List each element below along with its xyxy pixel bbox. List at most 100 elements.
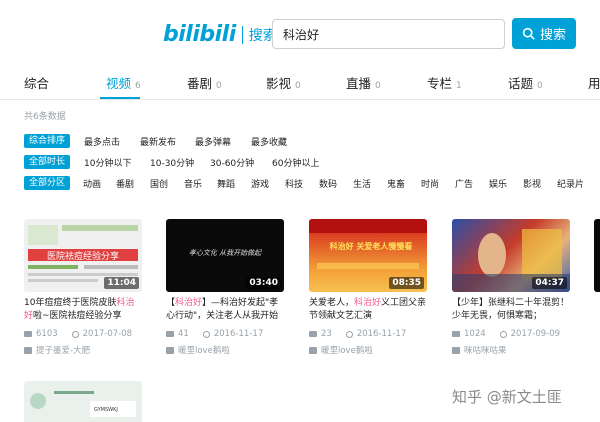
- upload-date: 2017-09-09: [510, 329, 561, 339]
- video-duration: 08:35: [389, 277, 424, 289]
- clock-icon: [202, 330, 210, 338]
- filter-option[interactable]: 生活: [353, 177, 371, 190]
- video-uploader[interactable]: 暖里love鹅啦: [166, 344, 284, 356]
- result-count: 共6条数据: [24, 112, 66, 122]
- filter-option[interactable]: 科技: [285, 177, 303, 190]
- filter-option[interactable]: 影视: [523, 177, 541, 190]
- filter-option[interactable]: 10-30分钟: [150, 156, 194, 169]
- clock-icon: [499, 330, 507, 338]
- filter-option[interactable]: 最多弹幕: [195, 135, 231, 148]
- video-thumbnail[interactable]: 孝心文化 从我开始做起 03:40: [166, 219, 284, 292]
- video-meta: 23 2016-11-17: [309, 329, 427, 339]
- bilibili-logo[interactable]: bilibili 搜索: [163, 22, 277, 47]
- tab-user[interactable]: 用: [588, 73, 600, 92]
- video-uploader[interactable]: 暖里love鹅啦: [309, 344, 427, 356]
- upload-date: 2016-11-17: [356, 329, 407, 339]
- filter-sort-selected[interactable]: 综合排序: [24, 134, 70, 148]
- uploader-icon: [166, 346, 174, 354]
- upload-date: 2016-11-17: [213, 329, 264, 339]
- thumbnail-caption: 孝心文化 从我开始做起: [189, 249, 262, 257]
- video-thumbnail[interactable]: GYMSWKJ: [24, 381, 142, 422]
- clock-icon: [345, 330, 353, 338]
- filter-option[interactable]: 纪录片: [557, 177, 584, 190]
- video-card[interactable]: 孝心文化 从我开始做起 03:40 【科治好】—科治好发起"孝心行动"，关注老人…: [166, 219, 284, 356]
- play-count-icon: [309, 331, 317, 337]
- video-meta: 1024 2017-09-09: [452, 329, 570, 339]
- play-count-icon: [452, 331, 460, 337]
- tab-live[interactable]: 直播 0: [346, 73, 381, 92]
- video-card[interactable]: 科治好 关爱老人慢慢看 08:35 关爱老人，科治好义工团父亲节领献文艺汇演 2…: [309, 219, 427, 356]
- active-tab-indicator: [100, 97, 140, 99]
- tab-movie[interactable]: 影视 0: [266, 73, 301, 92]
- video-meta: 41 2016-11-17: [166, 329, 284, 339]
- uploader-icon: [309, 346, 317, 354]
- filter-duration-selected[interactable]: 全部时长: [24, 155, 70, 169]
- thumbnail-caption: 医院祛痘经验分享: [47, 250, 119, 262]
- filter-option[interactable]: 60分钟以上: [272, 156, 319, 169]
- search-icon: [522, 27, 535, 40]
- video-title[interactable]: 10年痘痘终于医院皮肤科治好啦~医院祛痘经验分享: [24, 297, 142, 324]
- filter-option[interactable]: 游戏: [251, 177, 269, 190]
- play-count: 41: [178, 329, 189, 339]
- tab-article[interactable]: 专栏 1: [427, 73, 462, 92]
- filter-zone-selected[interactable]: 全部分区: [24, 176, 70, 190]
- video-meta: 6103 2017-07-08: [24, 329, 142, 339]
- logo-mark: bilibili: [163, 22, 236, 47]
- play-count: 23: [321, 329, 332, 339]
- video-uploader[interactable]: 咪咕咪咕果: [452, 344, 570, 356]
- video-title[interactable]: 【少年】张继科二十年混剪！少年无畏，何惧寒霜；: [452, 297, 570, 324]
- video-thumbnail[interactable]: 医院祛痘经验分享 11:04: [24, 219, 142, 292]
- video-duration: 11:04: [104, 277, 139, 289]
- filter-zone: 全部分区 动画 番剧 国创 音乐 舞蹈 游戏 科技 数码 生活 鬼畜 时尚 广告…: [24, 176, 594, 190]
- search-button-label: 搜索: [539, 27, 566, 42]
- filter-option[interactable]: 娱乐: [489, 177, 507, 190]
- filter-option[interactable]: 舞蹈: [217, 177, 235, 190]
- video-title[interactable]: 关爱老人，科治好义工团父亲节领献文艺汇演: [309, 297, 427, 324]
- filter-option[interactable]: 10分钟以下: [84, 156, 131, 169]
- search-button[interactable]: 搜索: [512, 18, 576, 49]
- filter-duration: 全部时长 10分钟以下 10-30分钟 30-60分钟 60分钟以上: [24, 155, 584, 169]
- search-tabs: 综合 视频 6 番剧 0 影视 0 直播 0 专栏 1 话题 0 用: [0, 60, 600, 100]
- play-count: 1024: [464, 329, 486, 339]
- thumbnail-caption: 科治好 关爱老人慢慢看: [330, 241, 413, 251]
- filter-sort: 综合排序 最多点击 最新发布 最多弹幕 最多收藏: [24, 134, 584, 148]
- zhihu-watermark: 知乎 @新文土匪: [452, 388, 562, 406]
- filter-option[interactable]: 时尚: [421, 177, 439, 190]
- filter-option[interactable]: 最新发布: [140, 135, 176, 148]
- video-thumbnail-partial[interactable]: [594, 219, 600, 292]
- filter-option[interactable]: 番剧: [116, 177, 134, 190]
- video-title[interactable]: 【科治好】—科治好发起"孝心行动"，关注老人从我开始: [166, 297, 284, 324]
- search-input[interactable]: [272, 19, 505, 49]
- video-card[interactable]: 医院祛痘经验分享 11:04 10年痘痘终于医院皮肤科治好啦~医院祛痘经验分享 …: [24, 219, 142, 356]
- filter-option[interactable]: 鬼畜: [387, 177, 405, 190]
- play-count: 6103: [36, 329, 58, 339]
- filter-option[interactable]: 广告: [455, 177, 473, 190]
- video-thumbnail[interactable]: 04:37: [452, 219, 570, 292]
- uploader-icon: [24, 346, 32, 354]
- filter-option[interactable]: 音乐: [184, 177, 202, 190]
- video-duration: 04:37: [532, 277, 567, 289]
- filter-option[interactable]: 数码: [319, 177, 337, 190]
- video-card[interactable]: GYMSWKJ: [24, 381, 142, 422]
- tab-topic[interactable]: 话题 0: [508, 73, 543, 92]
- upload-date: 2017-07-08: [82, 329, 133, 339]
- tab-video[interactable]: 视频 6: [106, 73, 141, 92]
- tab-bangumi[interactable]: 番剧 0: [187, 73, 222, 92]
- filter-option[interactable]: 30-60分钟: [210, 156, 254, 169]
- clock-icon: [71, 330, 79, 338]
- filter-option[interactable]: 最多点击: [84, 135, 120, 148]
- video-uploader[interactable]: 提子墨爱-大肥: [24, 344, 142, 356]
- filter-option[interactable]: 国创: [150, 177, 168, 190]
- filter-option[interactable]: 动画: [83, 177, 101, 190]
- thumbnail-art: GYMSWKJ: [30, 391, 136, 417]
- filter-option[interactable]: 最多收藏: [251, 135, 287, 148]
- tab-all[interactable]: 综合: [24, 73, 53, 92]
- video-thumbnail[interactable]: 科治好 关爱老人慢慢看 08:35: [309, 219, 427, 292]
- video-duration: 03:40: [246, 277, 281, 289]
- play-count-icon: [24, 331, 32, 337]
- thumbnail-caption: GYMSWKJ: [94, 407, 118, 413]
- video-card[interactable]: 04:37 【少年】张继科二十年混剪！少年无畏，何惧寒霜； 1024 2017-…: [452, 219, 570, 356]
- uploader-icon: [452, 346, 460, 354]
- play-count-icon: [166, 331, 174, 337]
- logo-divider: [241, 25, 243, 44]
